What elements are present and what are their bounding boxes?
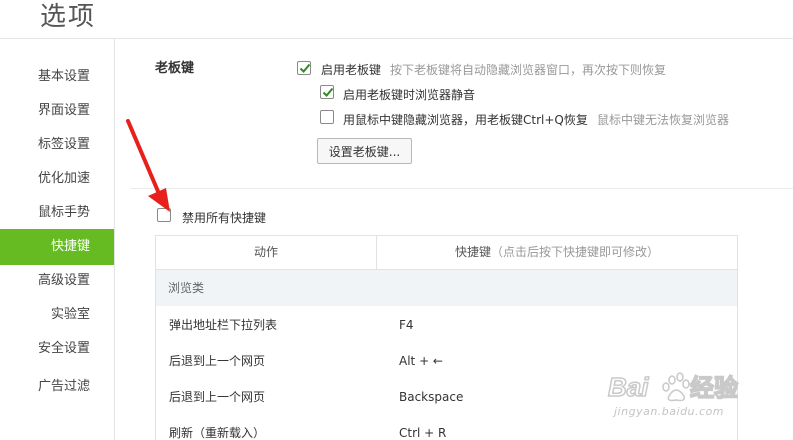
enable-boss-key-hint: 按下老板键将自动隐藏浏览器窗口，再次按下则恢复 [390, 63, 667, 77]
section-divider [130, 188, 793, 189]
red-arrow-icon [126, 119, 170, 212]
checkmark-icon [322, 87, 334, 97]
sidebar-item-interface[interactable]: 界面设置 [38, 93, 90, 129]
disable-all-shortcuts-label: 禁用所有快捷键 [182, 211, 267, 225]
sidebar-item-shortcuts[interactable]: 快捷键 [0, 229, 114, 265]
svg-text:经验: 经验 [690, 374, 738, 402]
sidebar-item-security[interactable]: 安全设置 [38, 331, 90, 367]
sidebar-item-tabs[interactable]: 标签设置 [38, 127, 90, 163]
column-header-shortcut-hint: （点击后按下快捷键即可修改） [491, 245, 660, 259]
middle-click-hide-checkbox[interactable] [320, 110, 334, 124]
table-header: 动作 快捷键（点击后按下快捷键即可修改） [156, 236, 737, 270]
sidebar-item-basic[interactable]: 基本设置 [38, 59, 90, 95]
action-cell: 后退到上一个网页 [169, 390, 266, 404]
table-row[interactable]: 弹出地址栏下拉列表 F4 [156, 307, 737, 343]
column-header-shortcut-label: 快捷键 [454, 245, 491, 259]
category-row: 浏览类 [156, 270, 737, 306]
middle-click-hide-hint: 鼠标中键无法恢复浏览器 [597, 113, 730, 127]
action-cell: 弹出地址栏下拉列表 [169, 318, 278, 332]
shortcut-cell[interactable]: Ctrl + R [399, 415, 446, 440]
sidebar: 基本设置 界面设置 标签设置 优化加速 鼠标手势 快捷键 高级设置 实验室 安全… [0, 39, 115, 440]
column-header-action: 动作 [253, 245, 278, 259]
shortcut-cell[interactable]: Backspace [399, 379, 463, 415]
svg-text:Bai: Bai [608, 372, 649, 402]
action-cell: 刷新（重新载入） [169, 426, 266, 440]
sidebar-item-optimize[interactable]: 优化加速 [38, 161, 90, 197]
action-cell: 后退到上一个网页 [169, 354, 266, 368]
watermark-url: jingyan.baidu.com [614, 405, 725, 418]
mute-on-boss-key-label: 启用老板键时浏览器静音 [343, 88, 476, 102]
enable-boss-key-label: 启用老板键 [321, 63, 382, 77]
window-title: 选项 [40, 2, 97, 32]
enable-boss-key-checkbox[interactable] [297, 61, 311, 75]
column-header-shortcut: 快捷键（点击后按下快捷键即可修改） [377, 236, 737, 269]
boss-key-section-label: 老板键 [155, 61, 195, 76]
sidebar-item-adblock[interactable]: 广告过滤 [38, 369, 90, 405]
sidebar-item-gestures[interactable]: 鼠标手势 [38, 195, 90, 231]
mute-on-boss-key-checkbox[interactable] [320, 85, 334, 99]
header-divider [0, 38, 793, 39]
shortcut-cell[interactable]: Alt + ← [399, 343, 443, 379]
set-boss-key-button[interactable]: 设置老板键... [317, 138, 412, 164]
sidebar-item-advanced[interactable]: 高级设置 [38, 263, 90, 299]
middle-click-hide-label: 用鼠标中键隐藏浏览器，用老板键Ctrl+Q恢复 [343, 113, 588, 127]
shortcut-cell[interactable]: F4 [399, 307, 414, 343]
sidebar-item-lab[interactable]: 实验室 [51, 297, 90, 333]
checkmark-icon [299, 63, 311, 73]
